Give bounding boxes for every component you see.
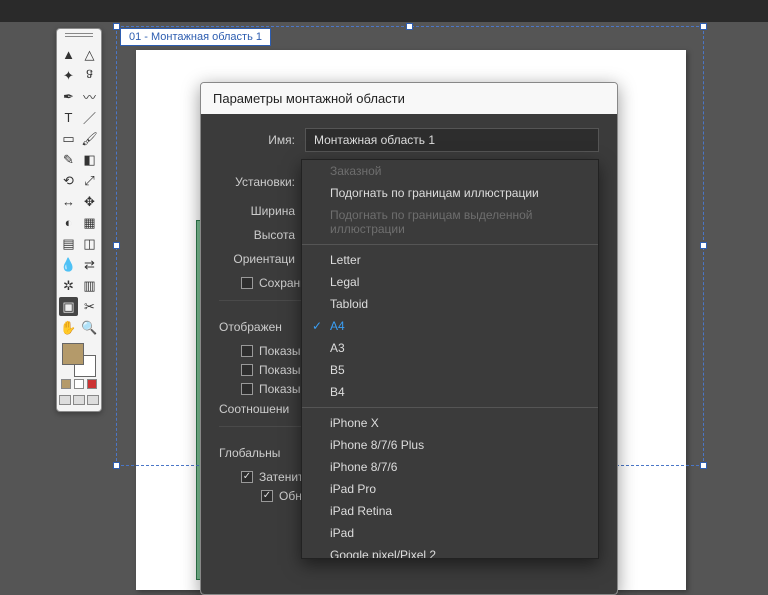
preset-option[interactable]: Google pixel/Pixel 2 xyxy=(302,544,598,559)
symbol-sprayer-tool[interactable]: ✲ xyxy=(59,276,78,295)
direct-selection-tool[interactable]: △ xyxy=(80,45,99,64)
resize-handle-tr[interactable] xyxy=(700,23,707,30)
keep-proportions-checkbox[interactable] xyxy=(241,277,253,289)
perspective-tool[interactable]: ▦ xyxy=(80,213,99,232)
width-tool[interactable]: ↔ xyxy=(59,192,78,211)
resize-handle-tl[interactable] xyxy=(113,23,120,30)
global-section-label: Глобальны xyxy=(219,446,290,460)
toolbox-grip[interactable] xyxy=(65,33,93,41)
gradient-tool[interactable]: ◫ xyxy=(80,234,99,253)
preset-option[interactable]: iPad Retina xyxy=(302,500,598,522)
mesh-tool[interactable]: ▤ xyxy=(59,234,78,253)
height-label: Высота xyxy=(219,228,305,242)
artboard-tool[interactable]: ▣ xyxy=(59,297,78,316)
preset-label: Установки: xyxy=(219,175,305,189)
preset-option[interactable]: iPad Pro xyxy=(302,478,598,500)
resize-handle-mr[interactable] xyxy=(700,242,707,249)
preset-option[interactable]: B4 xyxy=(302,381,598,403)
dropdown-separator xyxy=(302,244,598,245)
line-tool[interactable]: ／ xyxy=(80,108,99,127)
fill-swatch[interactable] xyxy=(62,343,84,365)
preset-option: Подогнать по границам выделенной иллюстр… xyxy=(302,204,598,240)
dropdown-separator xyxy=(302,407,598,408)
preset-option[interactable]: Letter xyxy=(302,249,598,271)
dim-checkbox[interactable] xyxy=(241,471,253,483)
toolbox: ▲△✦ទ✒〰T／▭🖌✎◧⟲⤢↔✥◐▦▤◫💧⇄✲▥▣✂✋🔍 xyxy=(56,28,102,412)
show1-checkbox[interactable] xyxy=(241,345,253,357)
app-topbar xyxy=(0,0,768,22)
preset-option[interactable]: iPhone 8/7/6 Plus xyxy=(302,434,598,456)
artboard-options-dialog: Параметры монтажной области Имя: Установ… xyxy=(200,82,618,595)
orientation-label: Ориентаци xyxy=(219,252,305,266)
rotate-tool[interactable]: ⟲ xyxy=(59,171,78,190)
curvature-tool[interactable]: 〰 xyxy=(80,87,99,106)
ratio-label: Соотношени xyxy=(219,402,299,416)
update-checkbox[interactable] xyxy=(261,490,273,502)
scale-tool[interactable]: ⤢ xyxy=(80,171,99,190)
artboard-tab[interactable]: 01 - Монтажная область 1 xyxy=(120,28,271,46)
resize-handle-ml[interactable] xyxy=(113,242,120,249)
dialog-title: Параметры монтажной области xyxy=(201,83,617,114)
show3-label: Показыв xyxy=(259,382,307,396)
update-label: Обн xyxy=(279,489,302,503)
paintbrush-tool[interactable]: 🖌 xyxy=(80,129,99,148)
column-graph-tool[interactable]: ▥ xyxy=(80,276,99,295)
rectangle-tool[interactable]: ▭ xyxy=(59,129,78,148)
preset-option[interactable]: iPhone 8/7/6 xyxy=(302,456,598,478)
preset-dropdown-popup: ЗаказнойПодогнать по границам иллюстраци… xyxy=(301,159,599,559)
preset-option[interactable]: iPad xyxy=(302,522,598,544)
name-label: Имя: xyxy=(219,133,305,147)
free-transform-tool[interactable]: ✥ xyxy=(80,192,99,211)
zoom-tool[interactable]: 🔍 xyxy=(80,318,99,337)
preset-option[interactable]: B5 xyxy=(302,359,598,381)
dim-label: Затенит xyxy=(259,470,304,484)
name-input[interactable] xyxy=(305,128,599,152)
keep-proportions-label: Сохрани xyxy=(259,276,307,290)
width-label: Ширина xyxy=(219,204,305,218)
preset-option[interactable]: Подогнать по границам иллюстрации xyxy=(302,182,598,204)
eraser-tool[interactable]: ◧ xyxy=(80,150,99,169)
resize-handle-bl[interactable] xyxy=(113,462,120,469)
resize-handle-tm[interactable] xyxy=(406,23,413,30)
type-tool[interactable]: T xyxy=(59,108,78,127)
selection-tool[interactable]: ▲ xyxy=(59,45,78,64)
blend-tool[interactable]: ⇄ xyxy=(80,255,99,274)
resize-handle-br[interactable] xyxy=(700,462,707,469)
slice-tool[interactable]: ✂ xyxy=(80,297,99,316)
preset-option[interactable]: Legal xyxy=(302,271,598,293)
lasso-tool[interactable]: ទ xyxy=(80,66,99,85)
show2-label: Показыв xyxy=(259,363,307,377)
preset-option[interactable]: A3 xyxy=(302,337,598,359)
show3-checkbox[interactable] xyxy=(241,383,253,395)
display-section-label: Отображен xyxy=(219,320,292,334)
pen-tool[interactable]: ✒ xyxy=(59,87,78,106)
preset-option: Заказной xyxy=(302,160,598,182)
hand-tool[interactable]: ✋ xyxy=(59,318,78,337)
color-swatches[interactable] xyxy=(62,343,96,377)
swatch-mini-controls[interactable] xyxy=(61,379,97,389)
show1-label: Показыв xyxy=(259,344,307,358)
pencil-tool[interactable]: ✎ xyxy=(59,150,78,169)
show2-checkbox[interactable] xyxy=(241,364,253,376)
draw-modes[interactable] xyxy=(59,395,99,405)
preset-option[interactable]: Tabloid xyxy=(302,293,598,315)
preset-option[interactable]: iPhone X xyxy=(302,412,598,434)
shape-builder-tool[interactable]: ◐ xyxy=(59,213,78,232)
magic-wand-tool[interactable]: ✦ xyxy=(59,66,78,85)
eyedropper-tool[interactable]: 💧 xyxy=(59,255,78,274)
preset-option[interactable]: A4 xyxy=(302,315,598,337)
